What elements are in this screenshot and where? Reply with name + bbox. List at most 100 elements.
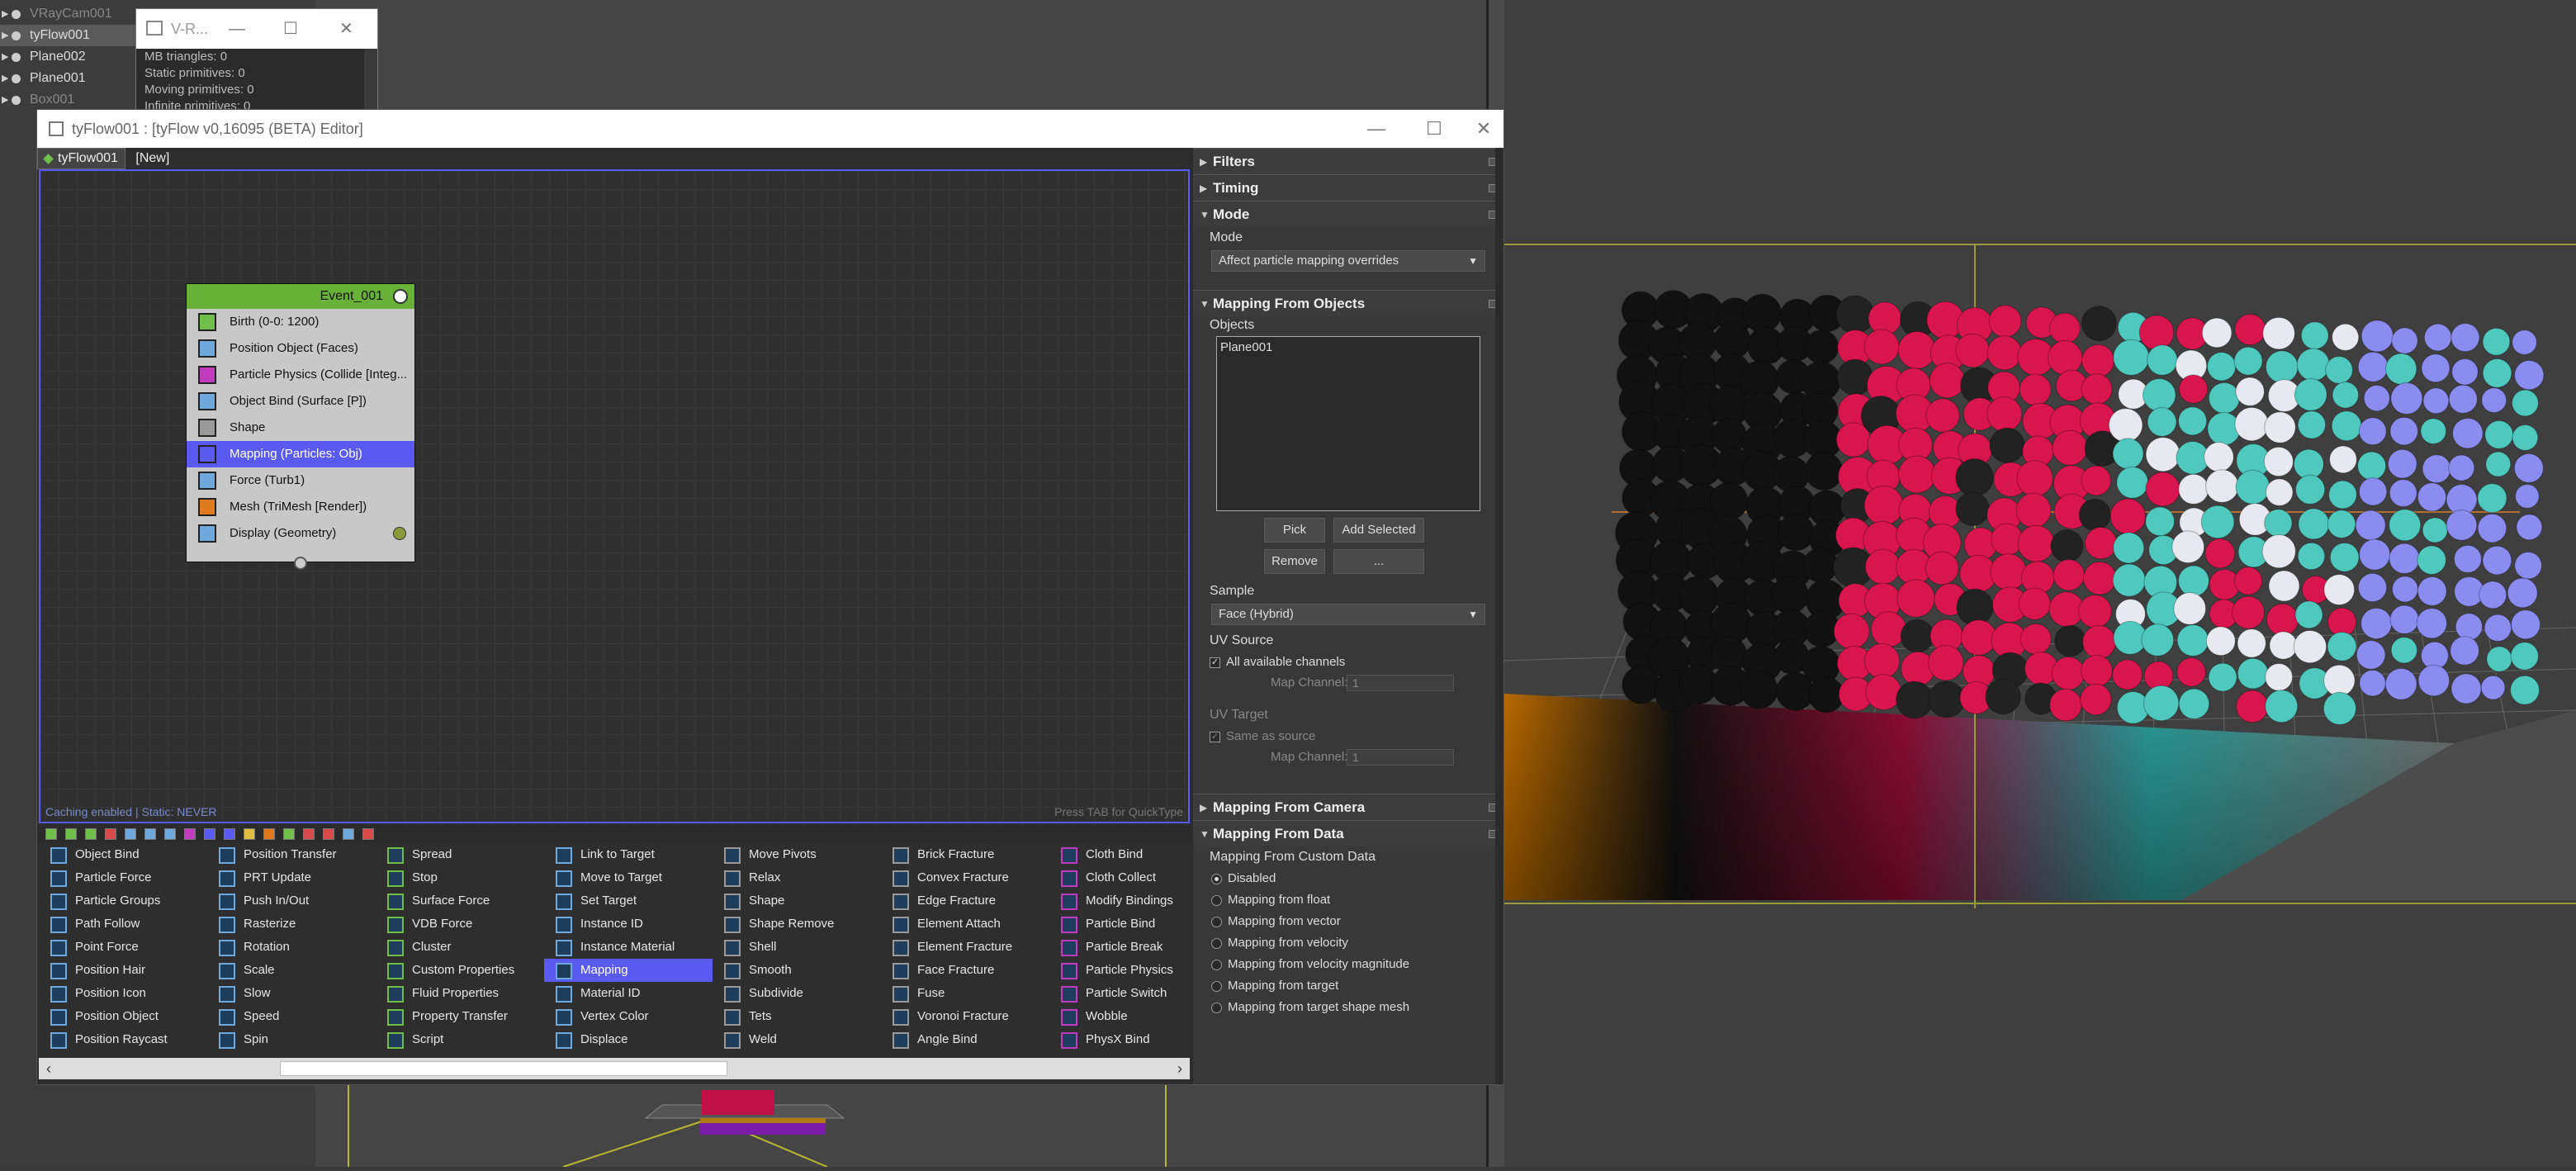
palette-item[interactable]: Position Object bbox=[39, 1005, 207, 1028]
palette-item[interactable]: Particle Force bbox=[39, 866, 207, 889]
display-dot-icon[interactable] bbox=[393, 527, 406, 540]
bulb-icon[interactable] bbox=[393, 289, 408, 304]
palette-item[interactable]: Path Follow bbox=[39, 913, 207, 936]
palette-item[interactable]: Set Target bbox=[544, 889, 713, 913]
expand-icon[interactable]: ▶ bbox=[2, 46, 8, 68]
scene-item[interactable]: ▶ Plane002 bbox=[0, 46, 149, 68]
same-as-source-checkbox[interactable]: ✓ Same as source bbox=[1193, 726, 1502, 747]
palette-item[interactable]: Voronoi Fracture bbox=[881, 1005, 1049, 1028]
palette-item[interactable]: Script bbox=[376, 1028, 544, 1051]
radio-option[interactable]: Mapping from velocity magnitude bbox=[1193, 954, 1502, 975]
close-icon[interactable]: ✕ bbox=[339, 9, 353, 49]
rollout-mapping-from-objects[interactable]: ▼ Mapping From Objects bbox=[1193, 290, 1502, 316]
palette-item[interactable]: Convex Fracture bbox=[881, 866, 1049, 889]
radio-icon[interactable] bbox=[1211, 917, 1222, 927]
checkbox-icon[interactable]: ✓ bbox=[1210, 732, 1220, 742]
category-icon[interactable] bbox=[85, 828, 97, 840]
rollout-timing[interactable]: ▶ Timing bbox=[1193, 174, 1502, 201]
category-icon[interactable] bbox=[105, 828, 116, 840]
objects-listbox[interactable]: Plane001 bbox=[1216, 336, 1480, 511]
palette-item[interactable]: Move Pivots bbox=[713, 843, 881, 866]
expand-icon[interactable]: ▶ bbox=[2, 89, 8, 111]
radio-option[interactable]: Disabled bbox=[1193, 868, 1502, 889]
palette-item[interactable]: PRT Update bbox=[207, 866, 376, 889]
visibility-icon[interactable] bbox=[12, 31, 21, 40]
palette-item[interactable]: Subdivide bbox=[713, 982, 881, 1005]
category-icon[interactable] bbox=[263, 828, 275, 840]
scene-item[interactable]: ▶ Box001 bbox=[0, 89, 149, 111]
minimize-icon[interactable]: — bbox=[1352, 110, 1401, 148]
palette-item[interactable]: Brick Fracture bbox=[881, 843, 1049, 866]
event-operator[interactable]: Shape bbox=[187, 415, 414, 441]
event-node[interactable]: Event_001 Birth (0-0: 1200) Position Obje… bbox=[186, 283, 415, 570]
sample-dropdown[interactable]: Face (Hybrid) ▼ bbox=[1211, 604, 1485, 625]
category-icon[interactable] bbox=[244, 828, 255, 840]
mode-dropdown[interactable]: Affect particle mapping overrides ▼ bbox=[1211, 250, 1485, 272]
event-operator[interactable]: Particle Physics (Collide [Integ... bbox=[187, 362, 414, 388]
category-icon[interactable] bbox=[144, 828, 156, 840]
event-operator[interactable]: Position Object (Faces) bbox=[187, 335, 414, 362]
category-icon[interactable] bbox=[125, 828, 136, 840]
palette-item[interactable]: Particle Groups bbox=[39, 889, 207, 913]
palette-item[interactable]: Edge Fracture bbox=[881, 889, 1049, 913]
category-icon[interactable] bbox=[45, 828, 57, 840]
scene-item[interactable]: ▶ tyFlow001 bbox=[0, 25, 149, 46]
expand-icon[interactable]: ▶ bbox=[2, 25, 8, 46]
palette-scrollbar[interactable]: ‹ › bbox=[39, 1058, 1190, 1079]
scroll-thumb[interactable] bbox=[280, 1061, 727, 1076]
event-header[interactable]: Event_001 bbox=[187, 284, 414, 309]
palette-item[interactable]: Mapping bbox=[544, 959, 713, 982]
event-operator[interactable]: Birth (0-0: 1200) bbox=[187, 309, 414, 335]
radio-icon[interactable] bbox=[1211, 895, 1222, 906]
more-button[interactable]: ... bbox=[1333, 549, 1424, 574]
object-list-item[interactable]: Plane001 bbox=[1220, 340, 1476, 354]
palette-item[interactable]: Element Attach bbox=[881, 913, 1049, 936]
palette-item[interactable]: Spread bbox=[376, 843, 544, 866]
rollout-mapping-from-camera[interactable]: ▶ Mapping From Camera bbox=[1193, 794, 1502, 820]
radio-option[interactable]: Mapping from float bbox=[1193, 889, 1502, 911]
palette-item[interactable]: Property Transfer bbox=[376, 1005, 544, 1028]
event-operator[interactable]: Display (Geometry) bbox=[187, 520, 414, 547]
expand-icon[interactable]: ▶ bbox=[2, 3, 8, 25]
category-icon[interactable] bbox=[323, 828, 334, 840]
category-icon[interactable] bbox=[303, 828, 315, 840]
palette-item[interactable]: Custom Properties bbox=[376, 959, 544, 982]
palette-item[interactable]: Position Icon bbox=[39, 982, 207, 1005]
tab-new[interactable]: [New] bbox=[129, 149, 176, 168]
category-icon[interactable] bbox=[184, 828, 196, 840]
palette-item[interactable]: Fluid Properties bbox=[376, 982, 544, 1005]
category-icon[interactable] bbox=[343, 828, 354, 840]
palette-item[interactable]: Smooth bbox=[713, 959, 881, 982]
palette-item[interactable]: Push In/Out bbox=[207, 889, 376, 913]
palette-item[interactable]: Move to Target bbox=[544, 866, 713, 889]
visibility-icon[interactable] bbox=[12, 10, 21, 19]
palette-item[interactable]: Tets bbox=[713, 1005, 881, 1028]
minimize-icon[interactable]: — bbox=[229, 9, 245, 49]
palette-item[interactable]: Shell bbox=[713, 936, 881, 959]
remove-button[interactable]: Remove bbox=[1264, 549, 1325, 574]
editor-titlebar[interactable]: tyFlow001 : [tyFlow v0,16095 (BETA) Edit… bbox=[37, 110, 1503, 148]
palette-item[interactable]: Object Bind bbox=[39, 843, 207, 866]
event-operator[interactable]: Mapping (Particles: Obj) bbox=[187, 441, 414, 467]
panel-scrollbar[interactable] bbox=[1495, 148, 1502, 1084]
category-icon[interactable] bbox=[204, 828, 215, 840]
palette-item[interactable]: VDB Force bbox=[376, 913, 544, 936]
category-icon[interactable] bbox=[224, 828, 235, 840]
palette-item[interactable]: Position Transfer bbox=[207, 843, 376, 866]
visibility-icon[interactable] bbox=[12, 53, 21, 62]
checkbox-icon[interactable]: ✓ bbox=[1210, 657, 1220, 668]
palette-item[interactable]: Speed bbox=[207, 1005, 376, 1028]
pick-button[interactable]: Pick bbox=[1264, 518, 1325, 543]
flow-graph-canvas[interactable]: Event_001 Birth (0-0: 1200) Position Obje… bbox=[39, 169, 1190, 823]
scene-item[interactable]: ▶ Plane001 bbox=[0, 68, 149, 89]
event-operator[interactable]: Object Bind (Surface [P]) bbox=[187, 388, 414, 415]
palette-item[interactable]: Position Hair bbox=[39, 959, 207, 982]
palette-item[interactable]: Slow bbox=[207, 982, 376, 1005]
palette-item[interactable]: Link to Target bbox=[544, 843, 713, 866]
visibility-icon[interactable] bbox=[12, 74, 21, 83]
palette-item[interactable]: Instance ID bbox=[544, 913, 713, 936]
palette-item[interactable]: Shape bbox=[713, 889, 881, 913]
rollout-filters[interactable]: ▶ Filters bbox=[1193, 148, 1502, 174]
visibility-icon[interactable] bbox=[12, 96, 21, 105]
scroll-right-icon[interactable]: › bbox=[1170, 1058, 1190, 1079]
